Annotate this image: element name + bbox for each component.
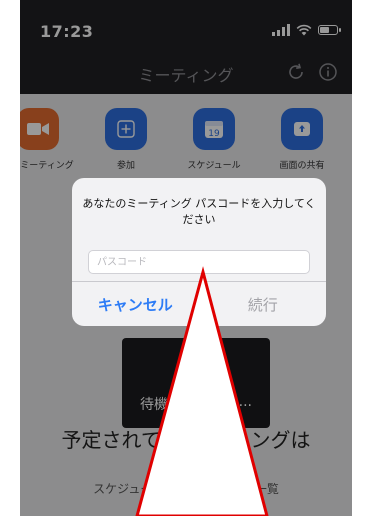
- phone-screen: 17:23 ミーティング ミーティング 参加 19 スケジュール 画面の共有 待…: [20, 0, 352, 516]
- continue-button[interactable]: 続行: [200, 282, 327, 326]
- dialog-message: あなたのミーティング パスコードを入力してください: [82, 197, 316, 226]
- dialog-actions: キャンセル 続行: [72, 281, 326, 326]
- passcode-dialog: あなたのミーティング パスコードを入力してください キャンセル 続行: [72, 178, 326, 326]
- passcode-input[interactable]: [88, 250, 310, 274]
- cancel-button[interactable]: キャンセル: [72, 282, 200, 326]
